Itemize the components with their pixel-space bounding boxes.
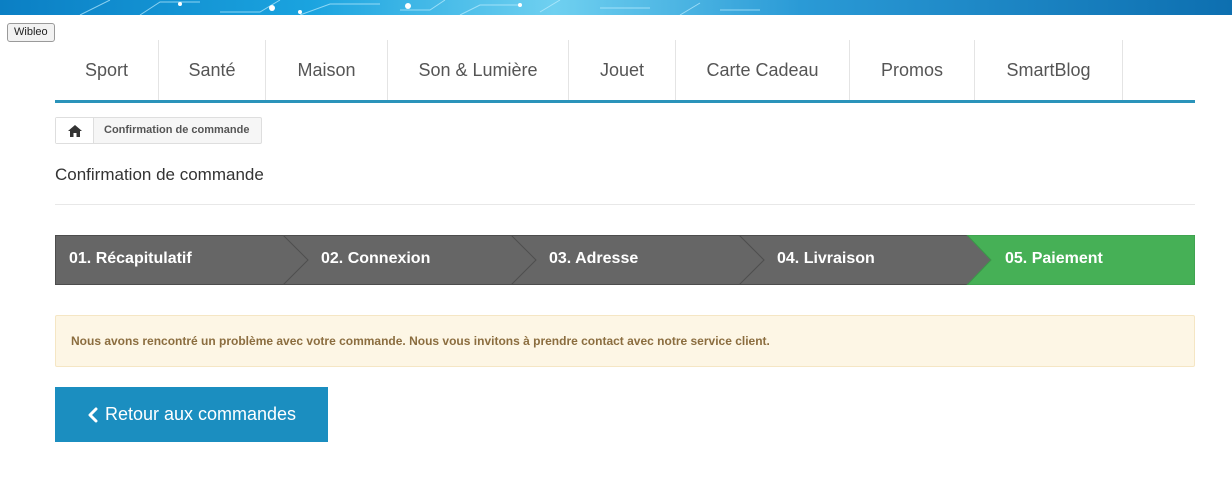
menu-item-maison[interactable]: Maison <box>266 40 388 100</box>
step-paiement: 05. Paiement <box>1005 250 1103 267</box>
breadcrumb: Confirmation de commande <box>55 117 263 144</box>
step-livraison: 04. Livraison <box>777 250 875 267</box>
menu-item-sante[interactable]: Santé <box>159 40 266 100</box>
menu-item-promos[interactable]: Promos <box>850 40 975 100</box>
menu-item-sport[interactable]: Sport <box>55 40 159 100</box>
step-adresse: 03. Adresse <box>549 250 639 267</box>
title-divider <box>55 204 1195 205</box>
step-recapitulatif: 01. Récapitulatif <box>69 250 192 267</box>
page-title: Confirmation de commande <box>55 165 264 184</box>
menu-item-carte-cadeau[interactable]: Carte Cadeau <box>676 40 850 100</box>
chevron-left-icon <box>88 407 98 422</box>
main-menu: Sport Santé Maison Son & Lumière Jouet C… <box>55 40 1195 103</box>
step-connexion: 02. Connexion <box>321 250 431 267</box>
breadcrumb-home[interactable] <box>56 118 94 143</box>
tooltip: Wibleo <box>7 23 55 42</box>
menu-item-jouet[interactable]: Jouet <box>569 40 676 100</box>
back-button-label: Retour aux commandes <box>104 404 297 424</box>
back-to-orders-button[interactable]: Retour aux commandes <box>55 387 328 442</box>
menu-item-smartblog[interactable]: SmartBlog <box>975 40 1123 100</box>
breadcrumb-current: Confirmation de commande <box>104 124 250 136</box>
home-icon <box>67 124 82 137</box>
circuit-pattern <box>79 0 760 15</box>
warning-alert: Nous avons rencontré un problème avec vo… <box>55 315 1195 367</box>
order-steps: 01. Récapitulatif 02. Connexion 03. Adre… <box>55 235 1195 285</box>
top-banner <box>0 0 1232 15</box>
menu-item-son-lumiere[interactable]: Son & Lumière <box>388 40 569 100</box>
